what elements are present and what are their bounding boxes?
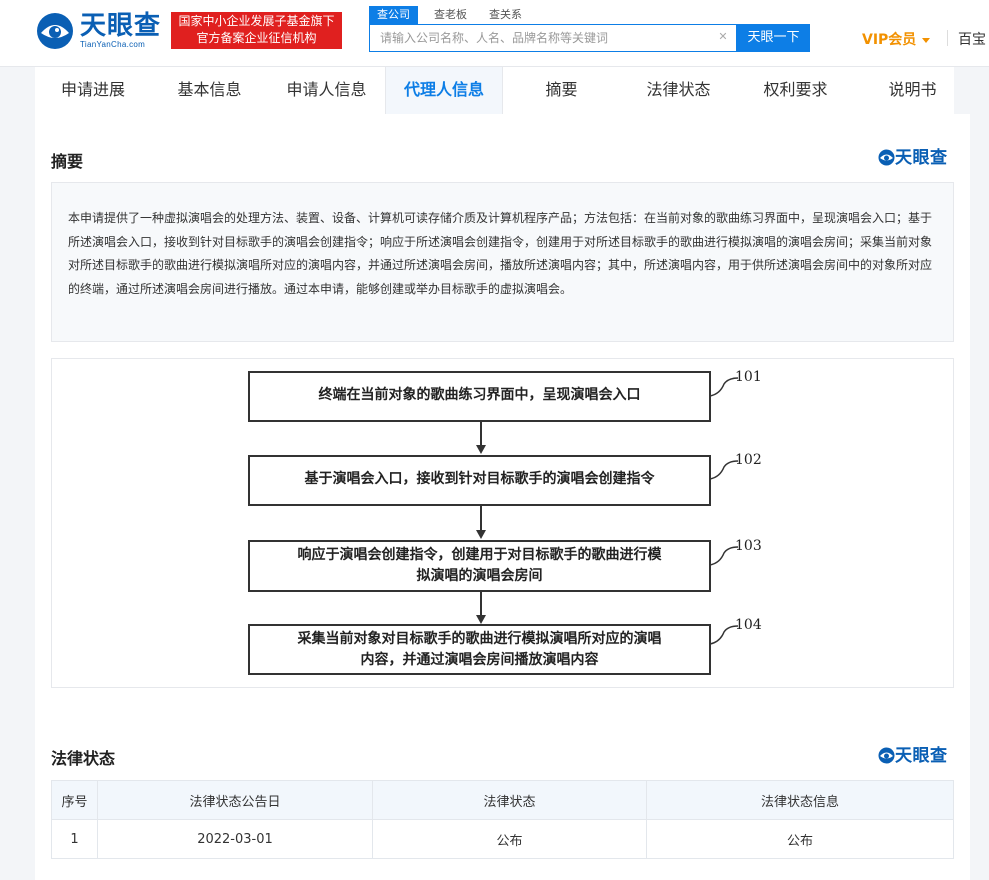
legal-status-title: 法律状态: [51, 749, 116, 768]
arrow-down-icon: [476, 615, 486, 624]
cell-date: 2022-03-01: [97, 819, 373, 859]
flow-arrow-line: [480, 422, 482, 445]
logo-text: 天眼查: [80, 11, 162, 41]
caret-down-icon: [922, 37, 931, 43]
gov-badge[interactable]: 国家中小企业发展子基金旗下 官方备案企业征信机构: [171, 12, 342, 49]
tab-abstract[interactable]: 摘要: [503, 67, 620, 114]
col-header-index: 序号: [51, 780, 98, 820]
gov-badge-line2: 官方备案企业征信机构: [196, 31, 317, 45]
flow-step-text: 采集当前对象对目标歌手的歌曲进行模拟演唱所对应的演唱: [297, 631, 662, 647]
clear-icon[interactable]: ✕: [717, 31, 729, 43]
abstract-text-box: 本申请提供了一种虚拟演唱会的处理方法、装置、设备、计算机可读存储介质及计算机程序…: [51, 182, 954, 342]
top-header: 天眼查 TianYanCha.com 国家中小企业发展子基金旗下 官方备案企业征…: [0, 0, 989, 67]
tab-claims[interactable]: 权利要求: [737, 67, 854, 114]
brand-watermark: 天眼查: [878, 745, 954, 767]
flow-step-text: 拟演唱的演唱会房间: [416, 568, 543, 584]
flow-step-box: 终端在当前对象的歌曲练习界面中，呈现演唱会入口: [248, 371, 711, 422]
tab-basic-info[interactable]: 基本信息: [151, 67, 268, 114]
col-header-status: 法律状态: [372, 780, 647, 820]
brand-text: 天眼查: [895, 746, 948, 766]
table-row: 1 2022-03-01 公布 公布: [51, 819, 954, 859]
flow-step-number: 101: [735, 369, 762, 385]
header-divider: [947, 30, 948, 46]
tab-description[interactable]: 说明书: [854, 67, 971, 114]
search-box: ✕: [369, 24, 737, 52]
tab-applicant-info[interactable]: 申请人信息: [268, 67, 385, 114]
abstract-title: 摘要: [51, 152, 84, 171]
vip-label: VIP会员: [862, 32, 917, 48]
tab-agent-info[interactable]: 代理人信息: [385, 67, 503, 114]
flow-arrow-line: [480, 506, 482, 530]
search-tab-relation[interactable]: 查关系: [489, 6, 522, 24]
flow-step-number: 102: [735, 452, 762, 468]
flow-step-box: 基于演唱会入口，接收到针对目标歌手的演唱会创建指令: [248, 455, 711, 506]
arrow-down-icon: [476, 530, 486, 539]
cell-index: 1: [51, 819, 98, 859]
legal-status-table: 序号 法律状态公告日 法律状态 法律状态信息 1 2022-03-01 公布 公…: [51, 780, 954, 859]
baibao-link[interactable]: 百宝: [958, 29, 986, 49]
brand-eye-icon: [878, 149, 895, 166]
brand-eye-icon: [878, 747, 895, 764]
col-header-status-info: 法律状态信息: [646, 780, 954, 820]
flow-step-text: 终端在当前对象的歌曲练习界面中，呈现演唱会入口: [318, 387, 641, 403]
tab-application-progress[interactable]: 申请进展: [35, 67, 151, 114]
flow-step-box: 采集当前对象对目标歌手的歌曲进行模拟演唱所对应的演唱 内容，并通过演唱会房间播放…: [248, 624, 711, 675]
search-input[interactable]: [380, 25, 700, 51]
search-button[interactable]: 天眼一下: [737, 24, 810, 52]
tianyancha-logo[interactable]: 天眼查 TianYanCha.com: [35, 11, 165, 51]
search-tab-boss[interactable]: 查老板: [434, 6, 467, 24]
detail-tab-nav: 申请进展 基本信息 申请人信息 代理人信息 摘要 法律状态 权利要求 说明书: [35, 67, 954, 115]
col-header-date: 法律状态公告日: [97, 780, 373, 820]
flow-step-box: 响应于演唱会创建指令，创建用于对目标歌手的歌曲进行模 拟演唱的演唱会房间: [248, 540, 711, 592]
main-content: 摘要 天眼查 本申请提供了一种虚拟演唱会的处理方法、装置、设备、计算机可读存储介…: [35, 114, 970, 880]
vip-member-menu[interactable]: VIP会员: [862, 29, 931, 49]
brand-watermark: 天眼查: [878, 147, 954, 169]
cell-status-info: 公布: [646, 819, 954, 859]
tab-legal-status[interactable]: 法律状态: [620, 67, 737, 114]
cell-status: 公布: [372, 819, 647, 859]
flow-step-text: 内容，并通过演唱会房间播放演唱内容: [360, 652, 599, 668]
table-header-row: 序号 法律状态公告日 法律状态 法律状态信息: [51, 780, 954, 820]
logo-eye-icon: [37, 13, 73, 49]
flow-step-text: 基于演唱会入口，接收到针对目标歌手的演唱会创建指令: [304, 471, 655, 487]
gov-badge-line1: 国家中小企业发展子基金旗下: [178, 14, 335, 28]
abstract-text: 本申请提供了一种虚拟演唱会的处理方法、装置、设备、计算机可读存储介质及计算机程序…: [68, 211, 933, 296]
abstract-figure: 终端在当前对象的歌曲练习界面中，呈现演唱会入口 101 基于演唱会入口，接收到针…: [51, 358, 954, 688]
flow-step-text: 响应于演唱会创建指令，创建用于对目标歌手的歌曲进行模: [297, 547, 662, 563]
search-tab-company[interactable]: 查公司: [369, 6, 418, 24]
logo-domain: TianYanCha.com: [80, 40, 146, 49]
flow-arrow-line: [480, 592, 482, 615]
arrow-down-icon: [476, 445, 486, 454]
flow-step-number: 103: [735, 538, 762, 554]
flow-step-number: 104: [735, 617, 762, 633]
brand-text: 天眼查: [895, 148, 948, 168]
